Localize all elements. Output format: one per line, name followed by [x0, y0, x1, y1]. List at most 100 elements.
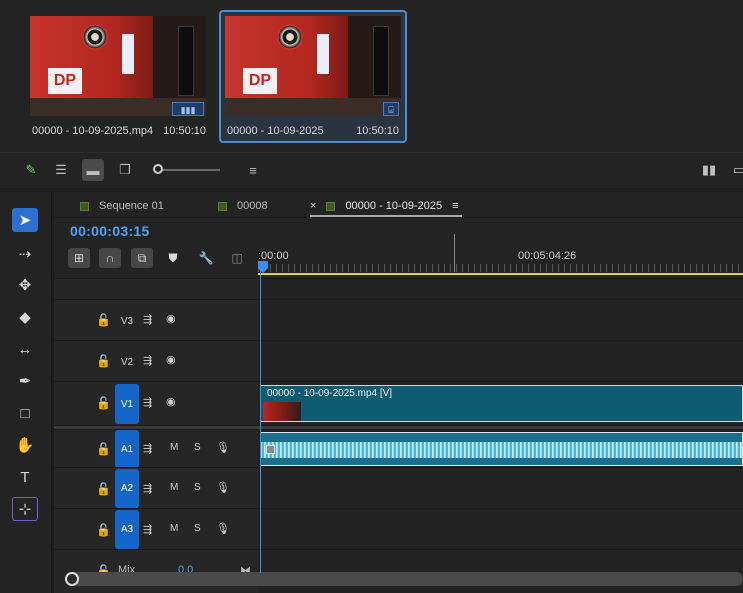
- pencil-icon[interactable]: ✎: [20, 159, 42, 181]
- tools-panel: ➤ ⇢ ✥ ◆ ↔ ✒ □ ✋ T ⊹: [0, 192, 52, 593]
- track-lane[interactable]: [258, 430, 743, 467]
- video-clip[interactable]: 00000 - 10-09-2025.mp4 [V]: [260, 385, 743, 422]
- solo-button[interactable]: S: [194, 482, 201, 493]
- lock-icon[interactable]: 🔓: [96, 442, 111, 456]
- track-lane[interactable]: [258, 341, 743, 381]
- sync-lock-icon[interactable]: ⇶: [143, 442, 152, 455]
- captions-icon[interactable]: ◫: [226, 248, 248, 268]
- zoom-slider-track[interactable]: [158, 169, 220, 171]
- tab-sequence-01[interactable]: Sequence 01: [80, 198, 164, 214]
- linked-selection-icon[interactable]: ⧉: [131, 248, 153, 268]
- active-tab-indicator: [310, 215, 462, 217]
- eye-icon[interactable]: ◉: [166, 353, 176, 366]
- track-header: 🔓 A3 ⇶ M S 🎙: [54, 509, 258, 549]
- project-toolbar: ✎ ☰ ▬ ❐ ≡ ▮▮ ▭: [0, 152, 743, 186]
- playhead-timecode[interactable]: 00:00:03:15: [70, 223, 150, 239]
- lock-icon[interactable]: 🔓: [96, 313, 111, 327]
- eye-icon[interactable]: ◉: [166, 312, 176, 325]
- mute-button[interactable]: M: [170, 523, 178, 534]
- track-name[interactable]: V3: [115, 311, 139, 331]
- track-row-a1: 🔓 A1 ⇶ M S 🎙: [54, 429, 743, 468]
- microphone-icon[interactable]: 🎙: [216, 522, 230, 535]
- sequence-badge-icon: ⌸: [383, 102, 399, 116]
- track-target-a2[interactable]: A2: [115, 469, 139, 508]
- lock-icon[interactable]: 🔓: [96, 482, 111, 496]
- timeline-horizontal-scrollbar[interactable]: [68, 572, 743, 586]
- tab-00000-10-09-2025[interactable]: × 00000 - 10-09-2025 ≡: [310, 198, 459, 214]
- tab-menu-icon[interactable]: ≡: [452, 200, 458, 212]
- slip-tool-icon[interactable]: ↔: [12, 337, 38, 361]
- icon-view-icon[interactable]: ▬: [82, 159, 104, 181]
- mute-button[interactable]: M: [170, 442, 178, 453]
- snap-icon[interactable]: ∩: [99, 248, 121, 268]
- automate-to-sequence-icon[interactable]: ▮▮: [698, 159, 720, 181]
- timeline-settings-wrench-icon[interactable]: 🔧: [195, 248, 217, 268]
- razor-tool-icon[interactable]: ◆: [12, 305, 38, 329]
- sync-lock-icon[interactable]: ⇶: [143, 396, 152, 409]
- add-marker-icon[interactable]: ⛊: [162, 248, 184, 268]
- freeform-view-icon[interactable]: ❐: [114, 159, 136, 181]
- folder-icon[interactable]: ▭: [728, 159, 743, 181]
- type-tool-icon[interactable]: T: [12, 465, 38, 489]
- microphone-icon[interactable]: 🎙: [216, 481, 230, 494]
- track-target-v1[interactable]: V1: [115, 384, 139, 424]
- insert-nest-icon[interactable]: ⊞: [68, 248, 90, 268]
- rectangle-tool-icon[interactable]: □: [12, 401, 38, 425]
- track-select-tool-icon[interactable]: ⇢: [12, 242, 38, 266]
- timeline-panel: Sequence 01 00008 × 00000 - 10-09-2025 ≡…: [54, 192, 743, 593]
- clip-thumbnail-card-selected[interactable]: DP ⌸ 00000 - 10-09-2025 10:50:10: [219, 10, 407, 143]
- track-row-a2: 🔓 A2 ⇶ M S 🎙: [54, 467, 743, 508]
- selection-tool-icon[interactable]: ➤: [12, 208, 38, 232]
- pen-tool-icon[interactable]: ✒: [12, 369, 38, 393]
- transform-tool-icon[interactable]: ⊹: [12, 497, 38, 521]
- mute-button[interactable]: M: [170, 482, 178, 493]
- work-area-bar[interactable]: [258, 273, 743, 275]
- ruler-start-label: :00:00: [258, 250, 289, 262]
- sort-icon[interactable]: ≡: [242, 159, 264, 181]
- track-row-a3: 🔓 A3 ⇶ M S 🎙: [54, 508, 743, 549]
- scrollbar-zoom-handle[interactable]: [65, 572, 79, 586]
- tab-00008[interactable]: 00008: [218, 198, 268, 214]
- hand-tool-icon[interactable]: ✋: [12, 433, 38, 457]
- solo-button[interactable]: S: [194, 442, 201, 453]
- track-name[interactable]: V2: [115, 352, 139, 372]
- close-tab-icon[interactable]: ×: [310, 200, 316, 212]
- clip-fx-icon: [266, 445, 275, 454]
- clip-thumbnail-image: DP ⌸: [225, 16, 401, 116]
- list-view-icon[interactable]: ☰: [50, 159, 72, 181]
- track-row-v1: 🔓 V1 ⇶ ◉ 00000 - 10-09-2025.mp4 [V]: [54, 381, 743, 425]
- track-target-a1[interactable]: A1: [115, 430, 139, 468]
- sync-lock-icon[interactable]: ⇶: [143, 523, 152, 536]
- track-lane[interactable]: [258, 468, 743, 508]
- track-lane[interactable]: [258, 300, 743, 340]
- logo-in-thumbnail: DP: [243, 68, 277, 94]
- track-lane[interactable]: 00000 - 10-09-2025.mp4 [V]: [258, 382, 743, 425]
- clip-thumbnail-card[interactable]: DP ▮▮▮ ▸▸▸ 00000 - 10-09-2025.mp4 10:50:…: [24, 10, 212, 143]
- video-clip-label: 00000 - 10-09-2025.mp4 [V]: [267, 388, 393, 399]
- sync-lock-icon[interactable]: ⇶: [143, 354, 152, 367]
- lock-icon[interactable]: 🔓: [96, 354, 111, 368]
- track-target-a3[interactable]: A3: [115, 510, 139, 549]
- sync-lock-icon[interactable]: ⇶: [143, 313, 152, 326]
- microphone-icon[interactable]: 🎙: [216, 441, 230, 454]
- audio-waveform: [261, 442, 742, 458]
- logo-in-thumbnail: DP: [48, 68, 82, 94]
- lock-icon[interactable]: 🔓: [96, 396, 111, 410]
- sync-lock-icon[interactable]: ⇶: [143, 482, 152, 495]
- ruler-spacer-row: [54, 278, 743, 299]
- time-ruler[interactable]: :00:00 00:05:04:26: [258, 234, 743, 278]
- audio-clip[interactable]: [260, 432, 743, 466]
- eye-icon[interactable]: ◉: [166, 395, 176, 408]
- lock-icon[interactable]: 🔓: [96, 523, 111, 537]
- clip-duration: 10:50:10: [163, 125, 206, 137]
- solo-button[interactable]: S: [194, 523, 201, 534]
- clip-duration: 10:50:10: [356, 125, 399, 137]
- ripple-edit-tool-icon[interactable]: ✥: [12, 273, 38, 297]
- tab-label: 00000 - 10-09-2025: [345, 200, 443, 212]
- track-header: 🔓 V1 ⇶ ◉: [54, 382, 258, 425]
- zoom-slider-handle[interactable]: [153, 164, 163, 174]
- track-header: 🔓 A2 ⇶ M S 🎙: [54, 468, 258, 508]
- track-lane[interactable]: [258, 509, 743, 549]
- track-header: 🔓 V2 ⇶ ◉: [54, 341, 258, 381]
- clip-name: 00000 - 10-09-2025.mp4: [32, 125, 154, 137]
